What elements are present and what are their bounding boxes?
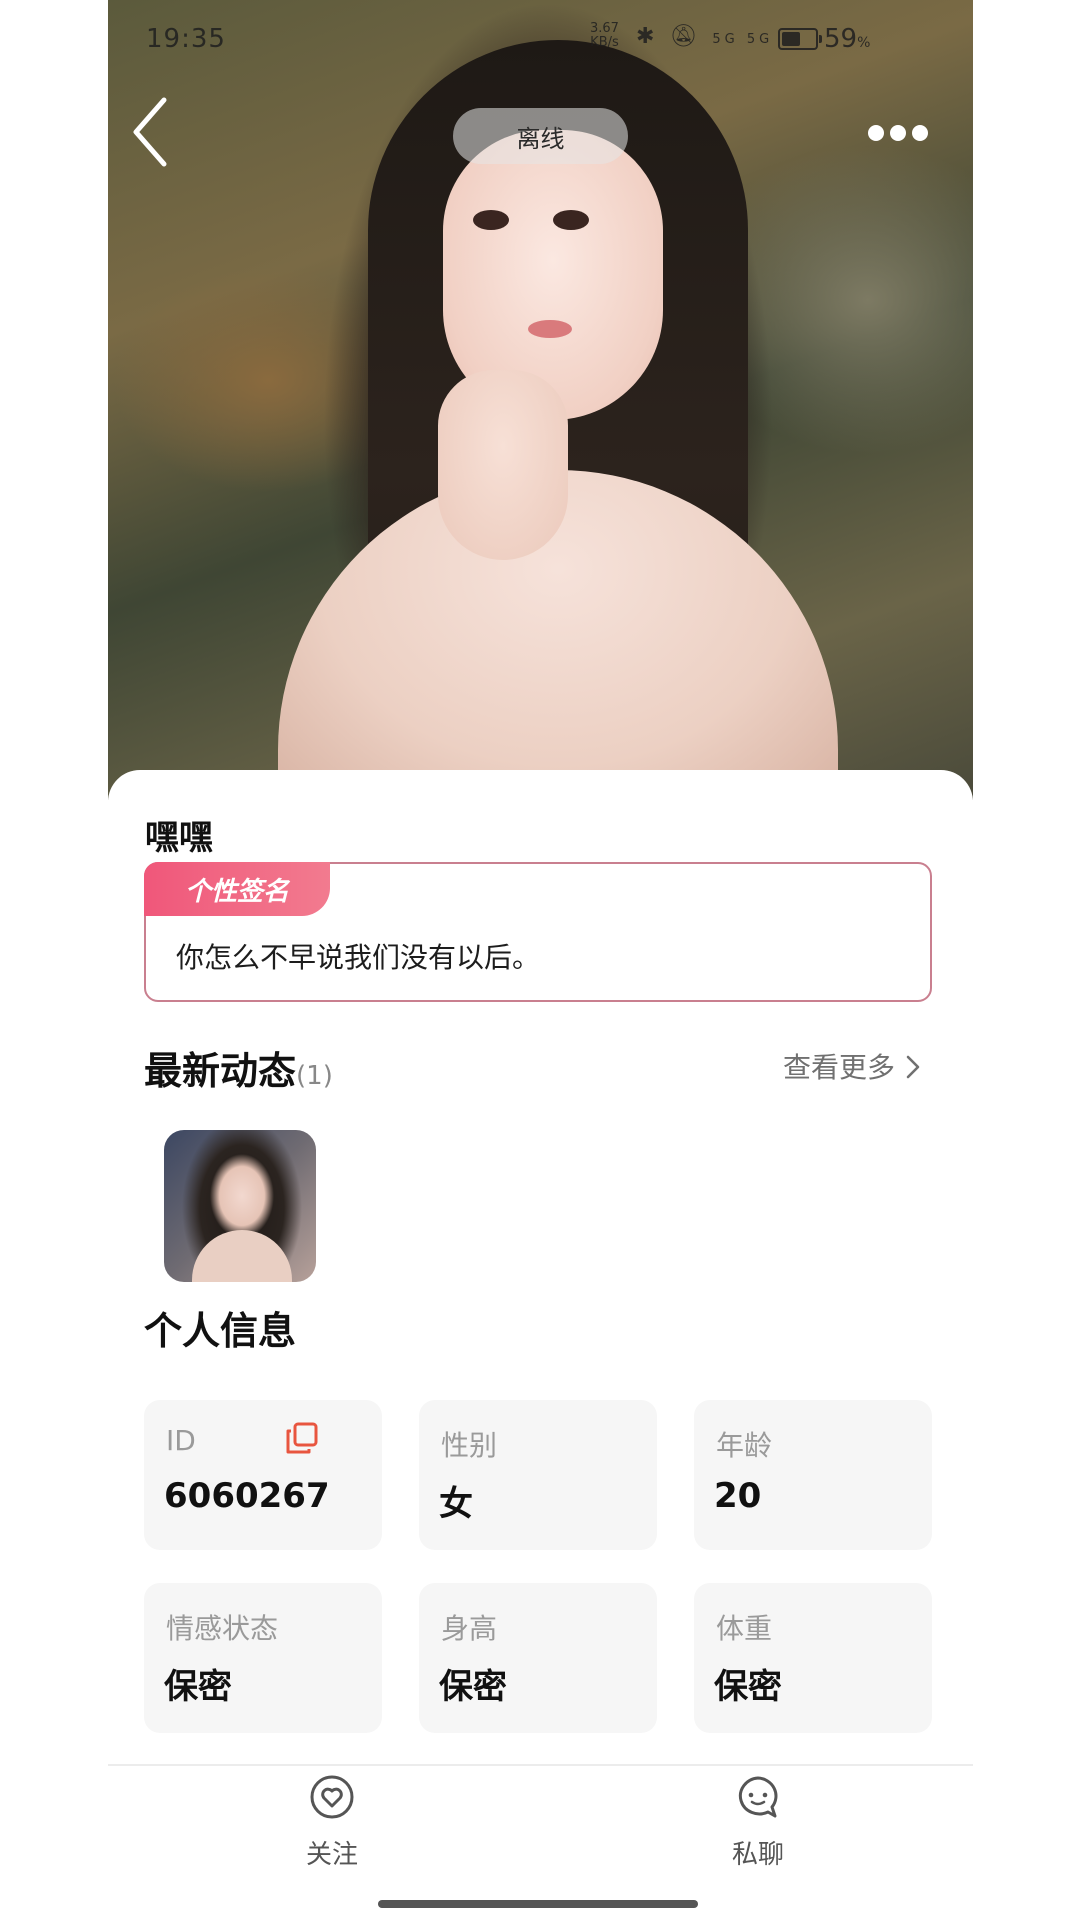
see-more-link[interactable]: 查看更多 xyxy=(783,1046,922,1086)
more-dot-icon xyxy=(868,125,884,141)
status-bar: 19:35 3.67 KB/s ✱ 🔕︎ 5G 5G 59% xyxy=(108,18,973,62)
online-status-badge: 离线 xyxy=(453,108,628,164)
info-cell-age: 年龄 20 xyxy=(694,1400,932,1550)
app-root: 19:35 3.67 KB/s ✱ 🔕︎ 5G 5G 59% 离线 嘿嘿 个性签… xyxy=(0,0,1080,1920)
follow-label: 关注 xyxy=(305,1840,358,1870)
nickname: 嘿嘿 xyxy=(145,818,213,858)
profile-screen: 19:35 3.67 KB/s ✱ 🔕︎ 5G 5G 59% 离线 嘿嘿 个性签… xyxy=(108,0,973,1920)
network-speed-value: 3.67 xyxy=(590,21,619,36)
moments-title: 最新动态 xyxy=(144,1049,297,1093)
info-value: 保密 xyxy=(164,1667,232,1707)
info-value: 20 xyxy=(714,1476,762,1516)
bottom-divider xyxy=(108,1764,973,1766)
signal-5g-icon: 5G 5G xyxy=(712,32,774,47)
info-label: ID xyxy=(166,1424,196,1457)
info-cell-relationship: 情感状态 保密 xyxy=(144,1583,382,1733)
signal-icons: ✱ 🔕︎ 5G 5G xyxy=(636,24,773,49)
signature-text: 你怎么不早说我们没有以后。 xyxy=(176,941,541,974)
profile-card: 嘿嘿 个性签名 你怎么不早说我们没有以后。 最新动态(1) 查看更多 个人信息 xyxy=(108,770,973,1920)
photo-eye xyxy=(473,210,509,230)
info-value: 6060267 xyxy=(164,1476,330,1516)
moment-thumbnail[interactable] xyxy=(164,1130,316,1282)
more-dot-icon xyxy=(890,125,906,141)
moments-section-title: 最新动态(1) xyxy=(144,1040,333,1095)
more-dot-icon xyxy=(912,125,928,141)
battery-percent-value: 59 xyxy=(824,24,858,54)
home-indicator[interactable] xyxy=(378,1900,698,1908)
info-label: 年龄 xyxy=(716,1429,773,1462)
chevron-left-icon xyxy=(133,97,167,167)
info-value: 女 xyxy=(439,1484,473,1524)
photo-lips xyxy=(528,320,572,338)
follow-button[interactable]: 关注 xyxy=(232,1770,432,1880)
bluetooth-icon: ✱ xyxy=(636,24,659,49)
signature-box: 个性签名 你怎么不早说我们没有以后。 xyxy=(144,862,932,1002)
chat-bubble-icon xyxy=(738,1776,778,1818)
info-label: 体重 xyxy=(716,1612,773,1645)
signature-tag: 个性签名 xyxy=(144,862,330,916)
info-cell-weight: 体重 保密 xyxy=(694,1583,932,1733)
more-options-button[interactable] xyxy=(868,118,948,148)
moments-count: (1) xyxy=(296,1061,333,1091)
private-chat-button[interactable]: 私聊 xyxy=(658,1770,858,1880)
status-time: 19:35 xyxy=(146,24,226,54)
network-speed: 3.67 KB/s xyxy=(590,22,619,50)
mute-icon: 🔕︎ xyxy=(669,24,702,49)
battery-percent: 59% xyxy=(824,24,870,54)
heart-icon xyxy=(310,1775,354,1819)
photo-eye xyxy=(553,210,589,230)
back-button[interactable] xyxy=(128,92,178,172)
see-more-label: 查看更多 xyxy=(783,1051,896,1084)
battery-icon xyxy=(778,28,822,50)
thumbnail-body xyxy=(192,1230,292,1282)
copy-icon[interactable] xyxy=(284,1420,320,1456)
info-cell-gender: 性别 女 xyxy=(419,1400,657,1550)
info-label: 情感状态 xyxy=(166,1612,279,1645)
personal-info-title: 个人信息 xyxy=(144,1309,297,1353)
network-speed-unit: KB/s xyxy=(590,35,619,50)
info-value: 保密 xyxy=(439,1667,507,1707)
info-cell-id: ID 6060267 xyxy=(144,1400,382,1550)
info-value: 保密 xyxy=(714,1667,782,1707)
chevron-right-icon xyxy=(906,1055,920,1079)
chat-label: 私聊 xyxy=(731,1840,784,1870)
photo-hand xyxy=(438,370,568,560)
battery-percent-unit: % xyxy=(857,35,871,51)
info-label: 性别 xyxy=(441,1429,498,1462)
info-label: 身高 xyxy=(441,1612,498,1645)
info-cell-height: 身高 保密 xyxy=(419,1583,657,1733)
